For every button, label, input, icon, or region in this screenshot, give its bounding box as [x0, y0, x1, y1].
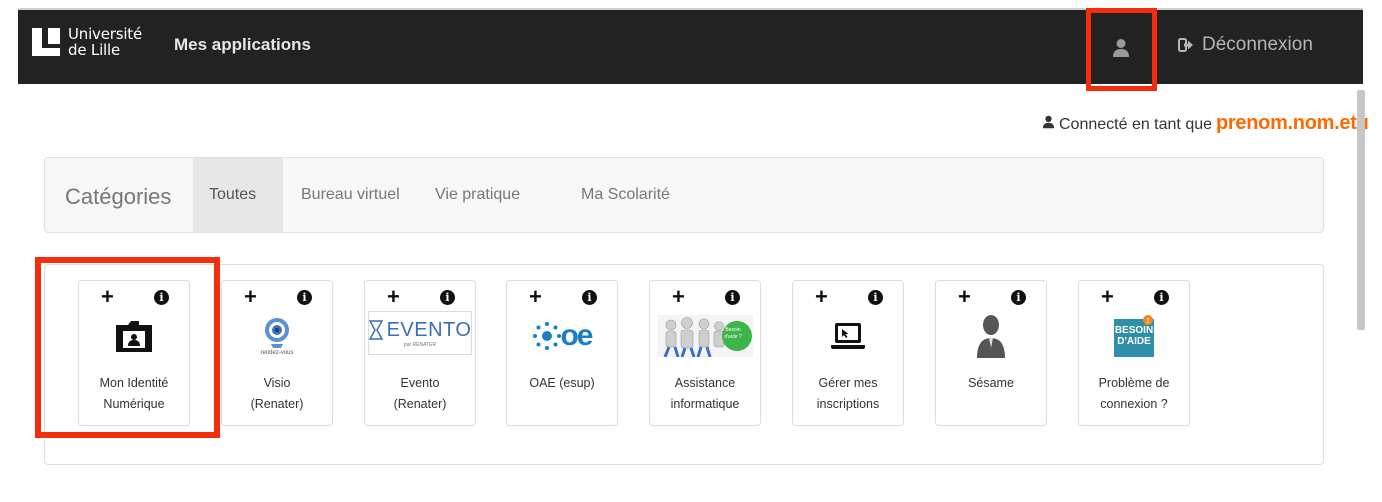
- tab-label: Toutes: [209, 186, 257, 203]
- logo-line-2: de Lille: [68, 41, 121, 59]
- connected-prefix: Connecté en tant que: [1059, 116, 1213, 133]
- info-icon[interactable]: i: [440, 290, 455, 305]
- app-label-line-2: (Renater): [393, 397, 447, 411]
- info-icon[interactable]: i: [868, 290, 883, 305]
- tab-vie-pratique[interactable]: Vie pratique: [419, 158, 536, 232]
- evento-logo-icon: EVENTO par RENATER: [368, 311, 472, 355]
- app-label-line-1: OAE (esup): [529, 376, 595, 390]
- sign-out-icon: [1178, 38, 1193, 52]
- categories-bar: Catégories Toutes Bureau virtuel Vie pra…: [44, 157, 1324, 233]
- app-label: Visio (Renater): [224, 373, 330, 415]
- user-small-icon: [1042, 115, 1055, 129]
- app-label: OAE (esup): [509, 373, 615, 394]
- tab-bureau-virtuel[interactable]: Bureau virtuel: [285, 158, 416, 232]
- app-label: Sésame: [938, 373, 1044, 394]
- app-label-line-1: Visio: [263, 376, 291, 390]
- rendez-vous-webcam-icon: rendez-vous: [222, 313, 332, 359]
- lille-logo-icon: [32, 28, 60, 56]
- app-label: Evento (Renater): [367, 373, 473, 415]
- evento-logo-subtext: par RENATER: [403, 341, 437, 348]
- app-label-line-2: inscriptions: [816, 397, 880, 411]
- add-favorite-icon[interactable]: +: [815, 285, 828, 309]
- info-icon[interactable]: i: [582, 290, 597, 305]
- tab-label: Ma Scolarité: [581, 186, 670, 203]
- user-button-highlight: [1086, 8, 1157, 91]
- app-label-line-2: (Renater): [250, 397, 304, 411]
- categories-title: Catégories: [65, 184, 172, 209]
- app-tile-evento[interactable]: + i EVENTO par RENATER Evento (Renater): [364, 280, 476, 426]
- info-icon[interactable]: i: [1154, 290, 1169, 305]
- top-navbar: Université de Lille Mes applications Déc…: [18, 8, 1363, 84]
- brand-title[interactable]: Mes applications: [174, 35, 311, 55]
- visio-icon-caption: rendez-vous: [260, 349, 294, 356]
- app-label-line-2: connexion ?: [1100, 397, 1168, 411]
- page-scrollbar[interactable]: [1357, 90, 1365, 330]
- add-favorite-icon[interactable]: +: [958, 285, 971, 309]
- assistance-people-icon: Besoin d'aide ?: [650, 313, 760, 359]
- app-label-line-1: Problème de: [1098, 376, 1170, 390]
- info-icon[interactable]: i: [297, 290, 312, 305]
- oae-logo-text: oe: [560, 319, 593, 352]
- logout-label: Déconnexion: [1202, 34, 1313, 55]
- tab-ma-scolarite[interactable]: Ma Scolarité: [565, 158, 686, 232]
- add-favorite-icon[interactable]: +: [1101, 285, 1114, 309]
- besoin-aide-icon: ! BESOIN D'AIDE: [1079, 313, 1189, 359]
- besoin-aide-bubble-text: Besoin d'aide ?: [724, 327, 742, 340]
- app-label-line-2: informatique: [670, 397, 740, 411]
- app-tile-gerer-mes-inscriptions[interactable]: + i Gérer mes inscriptions: [792, 280, 904, 426]
- app-tile-assistance-informatique[interactable]: + i Besoin d'aide ? Assistance informati…: [649, 280, 761, 426]
- person-silhouette-icon: [936, 313, 1046, 359]
- add-favorite-icon[interactable]: +: [672, 285, 685, 309]
- app-label: Gérer mes inscriptions: [795, 373, 901, 415]
- info-icon[interactable]: i: [725, 290, 740, 305]
- oae-logo-icon: oe: [507, 313, 617, 359]
- username: prenom.nom.etu: [1216, 112, 1369, 134]
- app-label-line-1: Gérer mes: [818, 376, 878, 390]
- connected-as: Connecté en tant que prenom.nom.etu: [1042, 112, 1369, 135]
- app-label-line-1: Evento: [400, 376, 440, 390]
- laptop-cursor-icon: [793, 313, 903, 359]
- add-favorite-icon[interactable]: +: [387, 285, 400, 309]
- svg-text:!: !: [1147, 318, 1149, 325]
- tab-label: Vie pratique: [435, 186, 521, 203]
- tab-toutes[interactable]: Toutes: [193, 158, 283, 232]
- logout-link[interactable]: Déconnexion: [1178, 34, 1313, 56]
- besoin-aide-text: BESOIN D'AIDE: [1114, 325, 1154, 347]
- app-label-line-1: Sésame: [968, 376, 1014, 390]
- mon-identite-highlight: [35, 257, 220, 438]
- app-tile-sesame[interactable]: + i Sésame: [935, 280, 1047, 426]
- app-label: Problème de connexion ?: [1081, 373, 1187, 415]
- info-icon[interactable]: i: [1011, 290, 1026, 305]
- app-tile-visio[interactable]: + i rendez-vous Visio (Renater): [221, 280, 333, 426]
- add-favorite-icon[interactable]: +: [244, 285, 257, 309]
- app-tile-probleme-de-connexion[interactable]: + i ! BESOIN D'AIDE Problème de connexio…: [1078, 280, 1190, 426]
- tab-label: Bureau virtuel: [301, 186, 400, 203]
- add-favorite-icon[interactable]: +: [529, 285, 542, 309]
- universite-de-lille-logo[interactable]: Université de Lille: [28, 24, 158, 64]
- app-tile-oae-esup[interactable]: + i oe OAE (esup): [506, 280, 618, 426]
- evento-logo-text: EVENTO: [386, 318, 472, 341]
- logo-line-1: Université: [68, 25, 143, 43]
- app-label-line-1: Assistance: [674, 376, 736, 390]
- app-label: Assistance informatique: [652, 373, 758, 415]
- logo-text: Université de Lille: [68, 26, 142, 58]
